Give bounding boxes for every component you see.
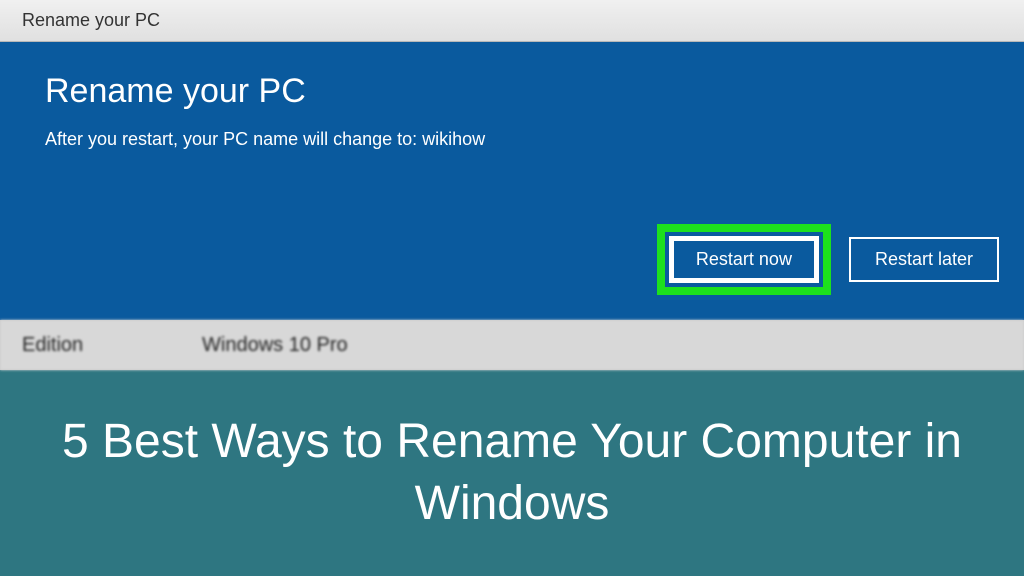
system-info-row: Edition Windows 10 Pro	[0, 320, 1024, 370]
dialog-body: Rename your PC After you restart, your P…	[0, 42, 1024, 320]
dialog-title: Rename your PC	[45, 72, 979, 111]
article-banner: 5 Best Ways to Rename Your Computer in W…	[0, 370, 1024, 576]
restart-later-button[interactable]: Restart later	[849, 237, 999, 282]
restart-now-button[interactable]: Restart now	[669, 236, 819, 283]
highlight-annotation: Restart now	[657, 224, 831, 295]
window-titlebar: Rename your PC	[0, 0, 1024, 42]
banner-headline: 5 Best Ways to Rename Your Computer in W…	[60, 411, 964, 536]
window-title: Rename your PC	[22, 10, 160, 31]
screenshot-region: Rename your PC Rename your PC After you …	[0, 0, 1024, 370]
dialog-button-row: Restart now Restart later	[657, 224, 999, 295]
dialog-message: After you restart, your PC name will cha…	[45, 129, 979, 150]
edition-label: Edition	[22, 334, 202, 357]
edition-value: Windows 10 Pro	[202, 334, 348, 357]
